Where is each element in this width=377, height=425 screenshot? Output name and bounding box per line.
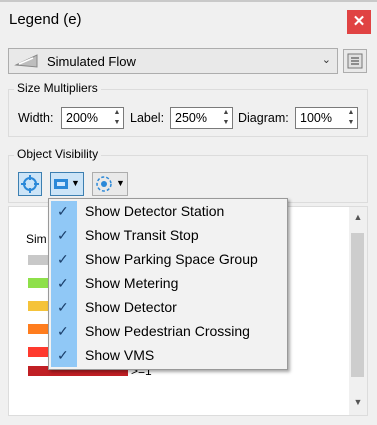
width-stepper[interactable]: 200% ▲ ▼ bbox=[61, 107, 124, 129]
window-title: Legend (e) bbox=[9, 11, 82, 28]
label-value: 250% bbox=[175, 111, 207, 125]
list-icon bbox=[347, 53, 363, 69]
title-bar: Legend (e) ✕ bbox=[0, 2, 377, 38]
legend-swatch bbox=[28, 324, 48, 334]
chevron-down-icon[interactable]: ▼ bbox=[116, 178, 125, 188]
menu-item-label: Show Detector bbox=[85, 299, 177, 315]
check-icon: ✓ bbox=[57, 323, 69, 339]
chevron-down-icon: ⌄ bbox=[321, 54, 331, 66]
diagram-label: Diagram: bbox=[238, 111, 289, 125]
node-icon bbox=[96, 176, 112, 192]
check-icon: ✓ bbox=[57, 299, 69, 315]
check-icon: ✓ bbox=[57, 251, 69, 267]
check-icon: ✓ bbox=[57, 347, 69, 363]
size-multipliers-title: Size Multipliers bbox=[14, 81, 101, 95]
detector-icon bbox=[54, 179, 68, 189]
flow-icon bbox=[14, 54, 38, 68]
menu-item-pedestrian-crossing[interactable]: ✓ Show Pedestrian Crossing bbox=[51, 320, 285, 344]
menu-item-parking-space-group[interactable]: ✓ Show Parking Space Group bbox=[51, 248, 285, 272]
object-visibility-title: Object Visibility bbox=[14, 147, 102, 161]
detector-visibility-button[interactable]: ▼ bbox=[50, 172, 84, 196]
diagram-value: 100% bbox=[300, 111, 332, 125]
menu-item-label: Show Parking Space Group bbox=[85, 251, 258, 267]
target-icon bbox=[21, 175, 39, 193]
close-icon: ✕ bbox=[352, 13, 366, 30]
legend-swatch bbox=[28, 255, 48, 265]
scrollbar[interactable]: ▲ ▼ bbox=[349, 207, 367, 415]
spin-up-icon[interactable]: ▲ bbox=[221, 108, 231, 118]
close-button[interactable]: ✕ bbox=[347, 10, 371, 34]
node-visibility-button[interactable]: ▼ bbox=[92, 172, 128, 196]
flow-dropdown-value: Simulated Flow bbox=[47, 54, 136, 69]
menu-item-label: Show Transit Stop bbox=[85, 227, 199, 243]
label-stepper[interactable]: 250% ▲ ▼ bbox=[170, 107, 233, 129]
check-icon: ✓ bbox=[57, 275, 69, 291]
menu-item-transit-stop[interactable]: ✓ Show Transit Stop bbox=[51, 224, 285, 248]
menu-item-label: Show Detector Station bbox=[85, 203, 225, 219]
spin-down-icon[interactable]: ▼ bbox=[221, 118, 231, 128]
menu-item-vms[interactable]: ✓ Show VMS bbox=[51, 344, 285, 368]
scroll-down-icon[interactable]: ▼ bbox=[352, 397, 364, 407]
scroll-up-icon[interactable]: ▲ bbox=[352, 212, 364, 222]
legend-label: Sim bbox=[26, 232, 47, 246]
check-icon: ✓ bbox=[57, 227, 69, 243]
visibility-context-menu: ✓ Show Detector Station ✓ Show Transit S… bbox=[48, 198, 288, 370]
menu-item-detector[interactable]: ✓ Show Detector bbox=[51, 296, 285, 320]
list-view-button[interactable] bbox=[343, 49, 367, 73]
menu-item-label: Show Metering bbox=[85, 275, 179, 291]
menu-item-label: Show Pedestrian Crossing bbox=[85, 323, 250, 339]
flow-dropdown[interactable]: Simulated Flow ⌄ bbox=[8, 48, 338, 74]
width-label: Width: bbox=[18, 111, 54, 125]
width-value: 200% bbox=[66, 111, 98, 125]
chevron-down-icon[interactable]: ▼ bbox=[71, 178, 80, 188]
diagram-stepper[interactable]: 100% ▲ ▼ bbox=[295, 107, 358, 129]
legend-swatch bbox=[28, 301, 48, 311]
menu-item-label: Show VMS bbox=[85, 347, 155, 363]
label-label: Label: bbox=[130, 111, 165, 125]
scrollbar-thumb[interactable] bbox=[351, 233, 364, 377]
spin-down-icon[interactable]: ▼ bbox=[112, 118, 122, 128]
target-visibility-button[interactable] bbox=[18, 172, 42, 196]
check-icon: ✓ bbox=[57, 203, 69, 219]
menu-item-detector-station[interactable]: ✓ Show Detector Station bbox=[51, 200, 285, 224]
spin-up-icon[interactable]: ▲ bbox=[346, 108, 356, 118]
spin-up-icon[interactable]: ▲ bbox=[112, 108, 122, 118]
legend-swatch bbox=[28, 347, 48, 357]
menu-item-metering[interactable]: ✓ Show Metering bbox=[51, 272, 285, 296]
legend-swatch bbox=[28, 278, 48, 288]
spin-down-icon[interactable]: ▼ bbox=[346, 118, 356, 128]
